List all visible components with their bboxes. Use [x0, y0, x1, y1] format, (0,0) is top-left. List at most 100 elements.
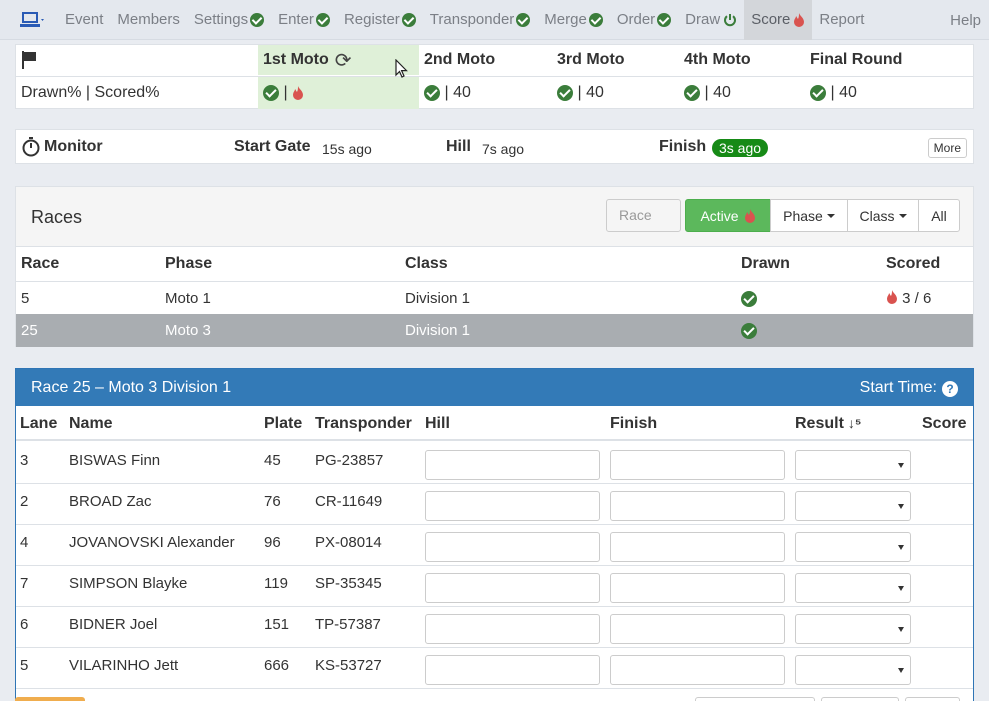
- rider-lane: 4: [20, 534, 29, 551]
- hill-time-input[interactable]: [425, 450, 600, 480]
- flame-icon: [744, 208, 755, 223]
- check-icon: [684, 85, 700, 101]
- result-select[interactable]: [795, 655, 911, 685]
- rider-plate: 96: [264, 534, 281, 551]
- caret-down-icon: [826, 213, 835, 218]
- round-label: 1st Moto: [263, 51, 329, 68]
- monitor-title: Monitor: [44, 138, 103, 155]
- stopwatch-icon: [22, 137, 40, 157]
- check-icon: [741, 323, 757, 339]
- nav-help-label: Help: [950, 11, 981, 29]
- result-select[interactable]: [795, 450, 911, 480]
- flag-icon: [21, 51, 37, 69]
- action-button[interactable]: [15, 697, 85, 701]
- caret-down-icon: [898, 463, 904, 468]
- nav-merge[interactable]: Merge: [537, 0, 610, 40]
- nav-transponder[interactable]: Transponder: [423, 0, 538, 40]
- more-button[interactable]: More: [927, 138, 967, 158]
- nav-label: Score: [751, 11, 791, 28]
- rider-name: SIMPSON Blayke: [69, 575, 188, 592]
- phase-dropdown-button[interactable]: Phase: [770, 199, 848, 232]
- finish-time-input[interactable]: [610, 573, 785, 603]
- nav-report[interactable]: Report: [812, 0, 871, 40]
- rider-transponder: SP-35345: [315, 575, 382, 592]
- round-4th-moto-header[interactable]: 4th Moto: [679, 45, 805, 75]
- nav-label: Enter: [278, 11, 314, 28]
- rider-lane: 2: [20, 493, 29, 510]
- finish-time-input[interactable]: [610, 491, 785, 521]
- hill-label: Hill: [446, 138, 471, 155]
- hill-time-input[interactable]: [425, 532, 600, 562]
- finish-time-input[interactable]: [610, 655, 785, 685]
- col-class: Class: [405, 255, 448, 272]
- races-panel: Races Race Active Phase Class All Race P…: [15, 186, 974, 347]
- hill-time-input[interactable]: [425, 655, 600, 685]
- race-scored: 3 / 6: [886, 289, 931, 307]
- round-final-header[interactable]: Final Round: [805, 45, 973, 75]
- finish-time-input[interactable]: [610, 614, 785, 644]
- nav-enter[interactable]: Enter: [271, 0, 337, 40]
- check-icon: [401, 12, 416, 27]
- race-detail-header: Race 25 – Moto 3 Division 1 Start Time:?: [16, 369, 973, 406]
- nav-order[interactable]: Order: [610, 0, 678, 40]
- col-result[interactable]: Result ↓⁵: [795, 415, 861, 433]
- result-select[interactable]: [795, 614, 911, 644]
- nav-draw[interactable]: Draw: [678, 0, 744, 40]
- all-filter-button[interactable]: All: [918, 199, 960, 232]
- race-number: 25: [21, 322, 38, 339]
- caret-down-icon: [898, 213, 907, 218]
- hill-time-input[interactable]: [425, 573, 600, 603]
- hill-time-input[interactable]: [425, 614, 600, 644]
- nav-settings[interactable]: Settings: [187, 0, 271, 40]
- nav-members[interactable]: Members: [110, 0, 187, 40]
- caret-down-icon: [898, 668, 904, 673]
- rider-transponder: PX-08014: [315, 534, 382, 551]
- laptop-menu-icon[interactable]: [0, 0, 58, 40]
- mouse-cursor-icon: [395, 59, 408, 78]
- nav-event[interactable]: Event: [58, 0, 110, 40]
- nav-score[interactable]: Score: [744, 0, 813, 40]
- nav-label: Report: [819, 11, 865, 28]
- nav-help[interactable]: Help: [950, 0, 981, 40]
- nav-register[interactable]: Register: [337, 0, 423, 40]
- check-icon: [557, 85, 573, 101]
- hill-time-input[interactable]: [425, 491, 600, 521]
- phase-dropdown-label: Phase: [783, 207, 823, 224]
- result-select[interactable]: [795, 532, 911, 562]
- top-nav: Event Members Settings Enter Register Tr…: [0, 0, 989, 40]
- finish-time-input[interactable]: [610, 450, 785, 480]
- scored-percent: 40: [713, 84, 731, 101]
- race-filter-input[interactable]: Race: [606, 199, 681, 232]
- class-dropdown-button[interactable]: Class: [847, 199, 919, 232]
- active-filter-button[interactable]: Active: [685, 199, 771, 232]
- rider-row: 7 SIMPSON Blayke 119 SP-35345: [16, 566, 973, 607]
- race-row[interactable]: 5 Moto 1 Division 1 3 / 6: [16, 281, 973, 314]
- action-button[interactable]: [905, 697, 960, 701]
- rider-name: BIDNER Joel: [69, 616, 158, 633]
- finish-time-input[interactable]: [610, 532, 785, 562]
- race-class: Division 1: [405, 289, 471, 307]
- caret-down-icon: [898, 586, 904, 591]
- rider-lane: 5: [20, 657, 29, 674]
- action-button[interactable]: [695, 697, 815, 701]
- result-select[interactable]: [795, 573, 911, 603]
- scored-percent: 40: [453, 84, 471, 101]
- sort-numeric-icon[interactable]: ↓⁵: [848, 415, 862, 431]
- help-icon[interactable]: ?: [942, 381, 958, 397]
- round-3rd-moto-header[interactable]: 3rd Moto: [552, 45, 679, 75]
- refresh-icon[interactable]: ⟳: [335, 48, 352, 73]
- flame-icon: [887, 289, 897, 304]
- col-result-label: Result: [795, 415, 844, 432]
- col-plate: Plate: [264, 415, 303, 432]
- action-button[interactable]: [821, 697, 899, 701]
- start-gate-ago: 15s ago: [322, 141, 372, 157]
- col-hill: Hill: [425, 415, 450, 432]
- check-icon: [516, 12, 531, 27]
- round-2nd-moto-header[interactable]: 2nd Moto: [419, 45, 552, 75]
- progress-header-row: 1st Moto ⟳ 2nd Moto 3rd Moto 4th Moto Fin…: [16, 45, 973, 75]
- rider-plate: 151: [264, 616, 290, 633]
- rider-row: 5 VILARINHO Jett 666 KS-53727: [16, 648, 973, 689]
- result-select[interactable]: [795, 491, 911, 521]
- rider-plate: 76: [264, 493, 281, 510]
- race-row-selected[interactable]: 25 Moto 3 Division 1: [16, 314, 973, 347]
